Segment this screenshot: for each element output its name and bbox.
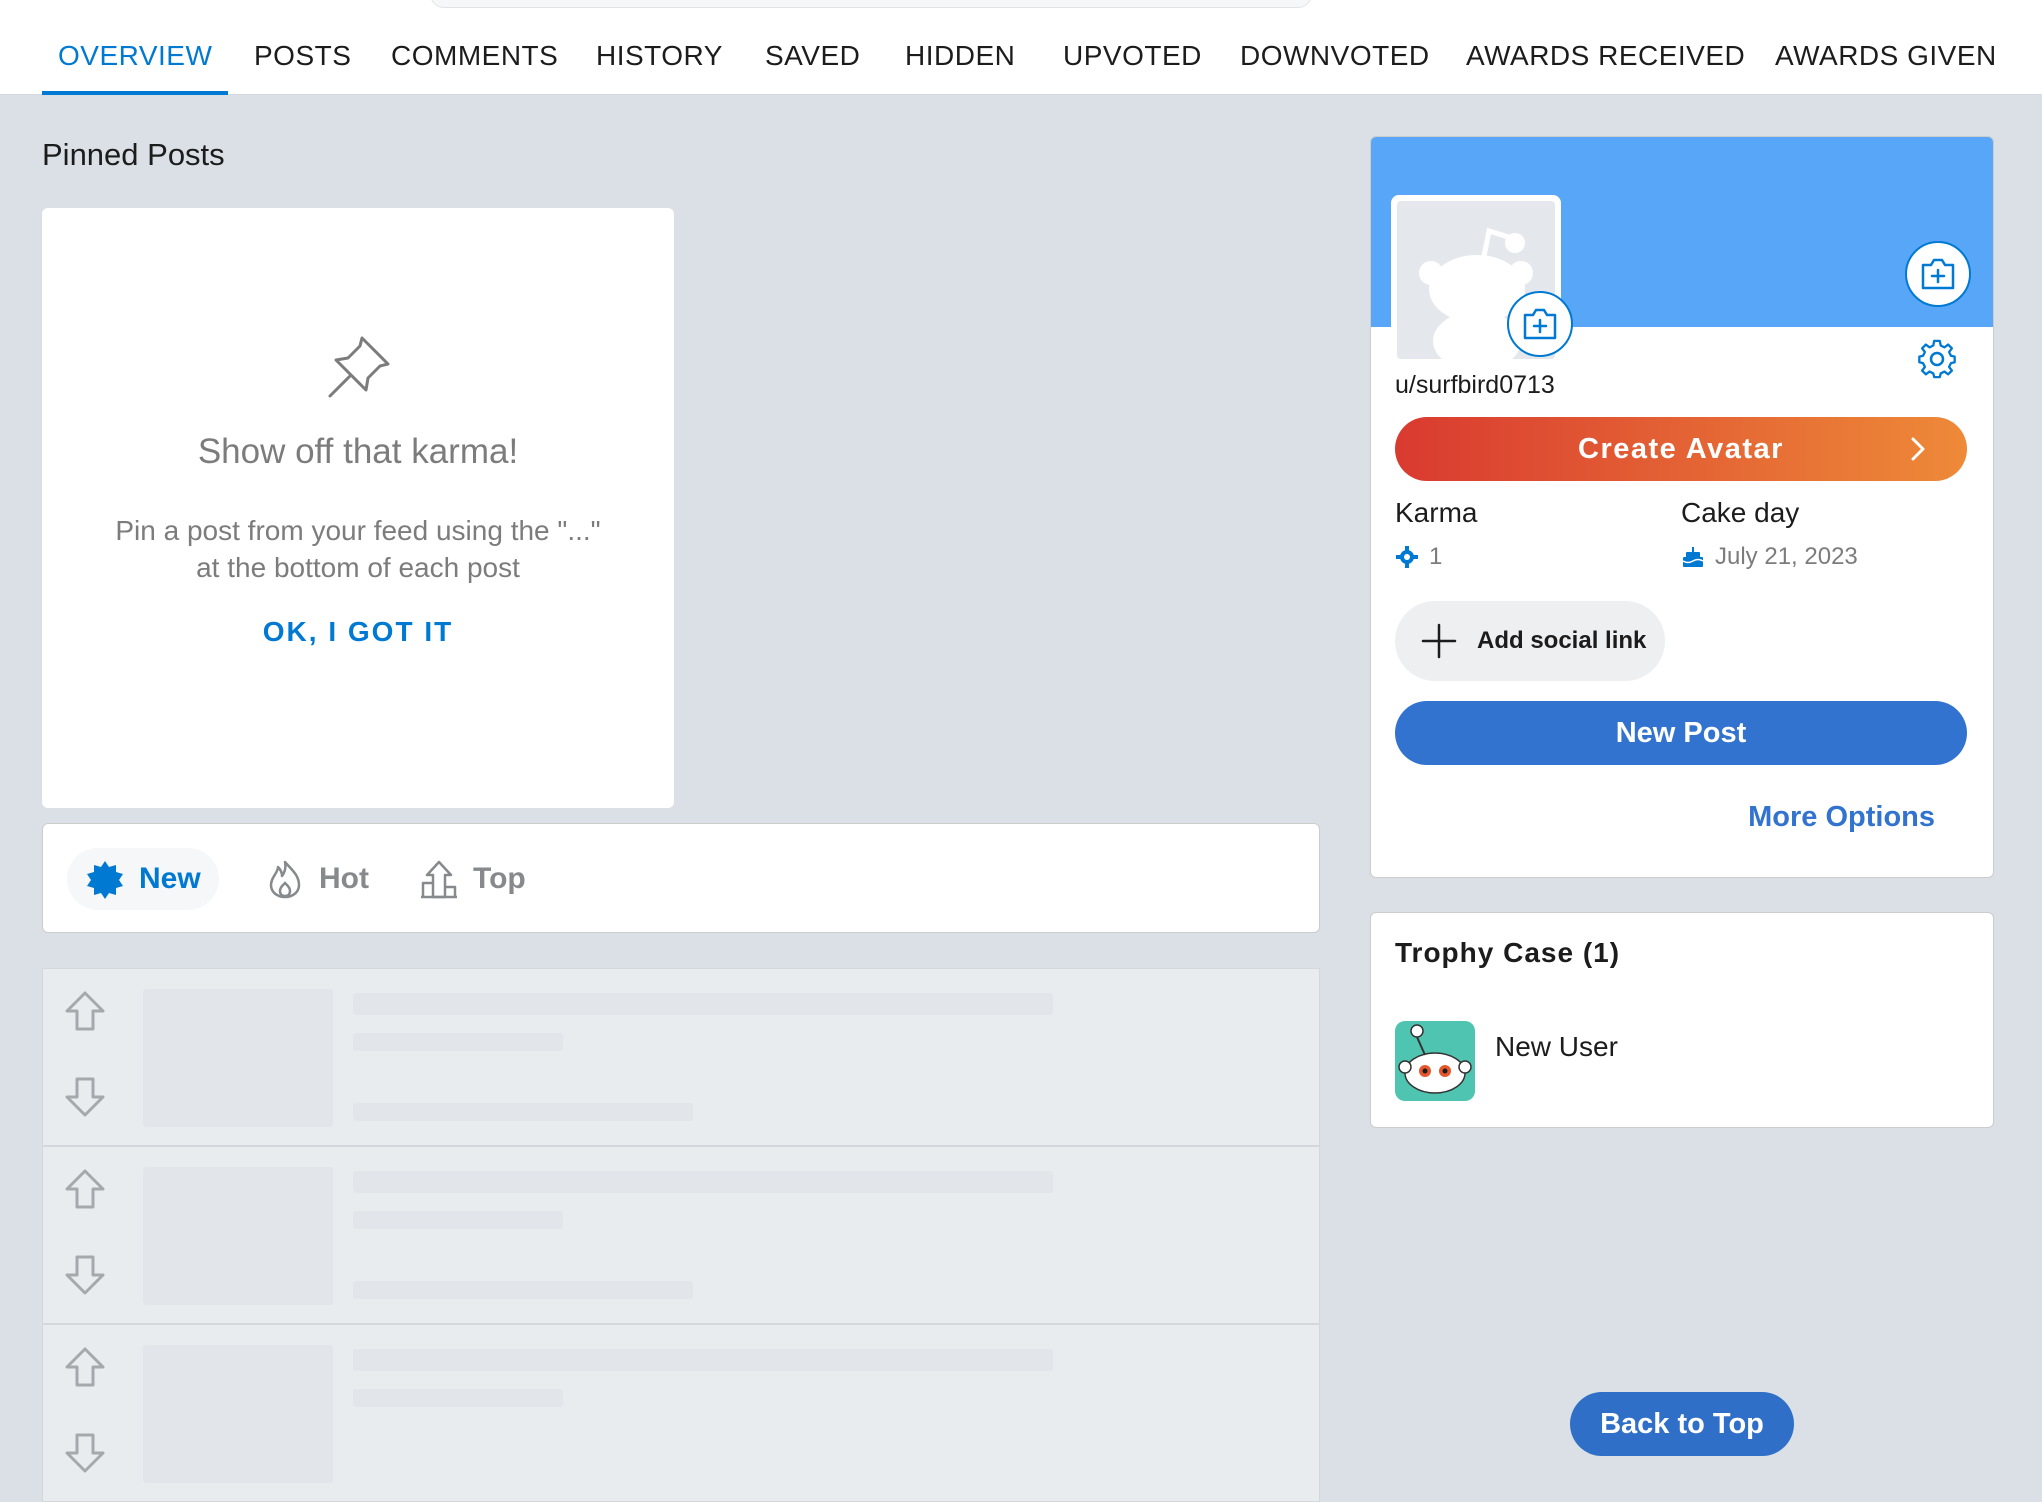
add-social-link-button[interactable]: Add social link	[1395, 601, 1665, 681]
tab-saved[interactable]: SAVED	[765, 16, 860, 94]
flame-icon	[269, 860, 301, 899]
create-avatar-label: Create Avatar	[1578, 433, 1784, 465]
trophy-case-title: Trophy Case (1)	[1395, 937, 1621, 968]
back-to-top-button[interactable]: Back to Top	[1570, 1392, 1794, 1456]
sort-bar: New Hot Top	[42, 823, 1320, 933]
chevron-right-icon	[1909, 417, 1927, 504]
upvote-arrow-icon[interactable]	[63, 1167, 107, 1211]
pinned-posts-card: Show off that karma! Pin a post from you…	[42, 208, 674, 808]
sort-new-label: New	[139, 862, 201, 895]
tab-hidden[interactable]: HIDDEN	[905, 16, 1015, 94]
profile-tab-bar: OVERVIEW POSTS COMMENTS HISTORY SAVED HI…	[0, 16, 2042, 95]
downvote-arrow-icon[interactable]	[63, 1075, 107, 1119]
sort-new-button[interactable]: New	[67, 848, 219, 910]
tab-overview[interactable]: OVERVIEW	[41, 16, 229, 95]
sort-top-label: Top	[473, 862, 526, 895]
sort-hot-label: Hot	[319, 862, 369, 895]
post-placeholder	[42, 968, 1320, 1146]
new-post-button[interactable]: New Post	[1395, 701, 1967, 765]
cakeday-value-row: July 21, 2023	[1681, 543, 1858, 571]
pin-icon	[328, 336, 390, 398]
trophy-name: New User	[1495, 1031, 1618, 1062]
plus-icon	[1421, 623, 1457, 659]
more-options-link[interactable]: More Options	[1748, 801, 1935, 834]
post-placeholder	[42, 1146, 1320, 1324]
thumbnail-placeholder	[143, 1167, 333, 1305]
upvote-arrow-icon[interactable]	[63, 989, 107, 1033]
banner-upload-button[interactable]	[1905, 241, 1971, 307]
pinned-empty-title: Show off that karma!	[197, 432, 519, 471]
gear-icon[interactable]	[1917, 339, 1957, 379]
downvote-arrow-icon[interactable]	[63, 1431, 107, 1475]
avatar-upload-button[interactable]	[1507, 291, 1573, 357]
create-avatar-button[interactable]: Create Avatar	[1395, 417, 1967, 481]
karma-value: 1	[1429, 543, 1443, 570]
new-burst-icon	[87, 861, 123, 899]
profile-card: u/surfbird0713 Create Avatar Karma 1 Cak…	[1370, 136, 1994, 878]
meta-placeholder	[353, 1033, 563, 1051]
new-user-snoo-icon	[1395, 1021, 1475, 1101]
add-social-link-label: Add social link	[1477, 627, 1647, 654]
ok-got-it-button[interactable]: OK, I GOT IT	[42, 616, 674, 648]
camera-plus-icon	[1921, 258, 1955, 290]
downvote-arrow-icon[interactable]	[63, 1253, 107, 1297]
tab-awards-received[interactable]: AWARDS RECEIVED	[1466, 16, 1745, 94]
title-placeholder	[353, 1171, 1053, 1193]
tab-history[interactable]: HISTORY	[596, 16, 723, 94]
tab-posts[interactable]: POSTS	[254, 16, 351, 94]
post-placeholder	[42, 1324, 1320, 1502]
thumbnail-placeholder	[143, 989, 333, 1127]
thumbnail-placeholder	[143, 1345, 333, 1483]
karma-label: Karma	[1395, 497, 1478, 528]
actions-placeholder	[353, 1103, 693, 1121]
karma-icon	[1396, 546, 1418, 568]
top-header-strip	[0, 0, 2042, 17]
top-chart-icon	[421, 860, 457, 899]
karma-value-row: 1	[1395, 543, 1442, 571]
profile-username: u/surfbird0713	[1395, 371, 1555, 399]
sort-top-button[interactable]: Top	[407, 848, 538, 910]
camera-plus-icon	[1523, 308, 1557, 340]
cakeday-label: Cake day	[1681, 497, 1800, 528]
pinned-posts-heading: Pinned Posts	[42, 137, 225, 172]
title-placeholder	[353, 993, 1053, 1015]
upvote-arrow-icon[interactable]	[63, 1345, 107, 1389]
tab-upvoted[interactable]: UPVOTED	[1063, 16, 1202, 94]
cakeday-value: July 21, 2023	[1715, 543, 1858, 570]
sort-hot-button[interactable]: Hot	[253, 848, 381, 910]
post-feed	[42, 968, 1320, 1502]
actions-placeholder	[353, 1281, 693, 1299]
pinned-empty-description: Pin a post from your feed using the "...…	[115, 515, 601, 583]
tab-awards-given[interactable]: AWARDS GIVEN	[1775, 16, 1997, 94]
tab-comments[interactable]: COMMENTS	[391, 16, 558, 94]
meta-placeholder	[353, 1389, 563, 1407]
meta-placeholder	[353, 1211, 563, 1229]
search-bar-edge[interactable]	[430, 0, 1312, 8]
title-placeholder	[353, 1349, 1053, 1371]
trophy-case-card: Trophy Case (1) New User	[1370, 912, 1994, 1128]
cake-icon	[1682, 547, 1704, 567]
tab-downvoted[interactable]: DOWNVOTED	[1240, 16, 1430, 94]
